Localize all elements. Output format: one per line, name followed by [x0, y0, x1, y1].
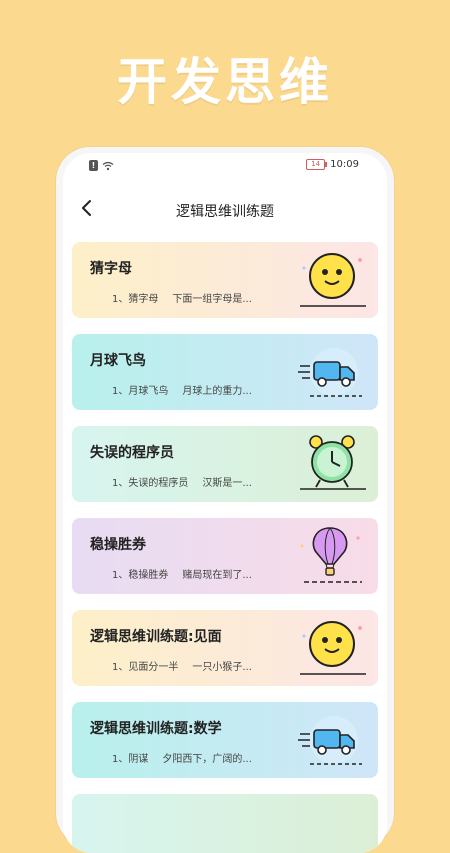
battery-icon: 14 [306, 159, 328, 170]
nav-bar: 逻辑思维训练题 [63, 191, 387, 227]
sun-face-icon [300, 621, 366, 675]
list-item[interactable]: 逻辑思维训练题:数学 1、阴谋 夕阳西下，广阔的... [72, 702, 378, 778]
card-subtitle: 1、阴谋 夕阳西下，广阔的... [112, 754, 252, 765]
card-title: 失误的程序员 [90, 445, 174, 461]
hot-air-balloon-icon [300, 527, 362, 583]
list-item[interactable]: 月球飞鸟 1、月球飞鸟 月球上的重力... [72, 334, 378, 410]
list-item[interactable]: 稳操胜券 1、稳操胜券 赌局现在到了... [72, 518, 378, 594]
delivery-truck-icon [298, 348, 362, 397]
card-title: 月球飞鸟 [90, 353, 146, 369]
card-subtitle: 1、稳操胜券 赌局现在到了... [112, 570, 252, 581]
card-subtitle: 1、失误的程序员 汉斯是一... [112, 478, 252, 489]
alert-icon: ! [89, 160, 98, 171]
list-item[interactable]: 猜字母 1、猜字母 下面一组字母是... [72, 242, 378, 318]
card-title: 逻辑思维训练题:见面 [90, 629, 222, 645]
list-item[interactable]: 失误的程序员 1、失误的程序员 汉斯是一... [72, 426, 378, 502]
card-title: 逻辑思维训练题:数学 [90, 721, 222, 737]
card-subtitle: 1、猜字母 下面一组字母是... [112, 294, 252, 305]
list-item[interactable] [72, 794, 378, 853]
phone-screen: ! 14 10:09 逻辑思维训练题 猜字母 1、猜字母下面一组字母是... [63, 153, 387, 853]
banner-title: 开发思维 [117, 53, 333, 111]
battery-level: 14 [311, 160, 321, 168]
list-item[interactable]: 逻辑思维训练题:见面 1、见面分一半 一只小猴子... [72, 610, 378, 686]
wifi-icon [102, 161, 114, 170]
delivery-truck-icon [298, 716, 362, 765]
card-title: 稳操胜券 [90, 537, 146, 553]
page-title: 逻辑思维训练题 [176, 204, 274, 220]
status-time: 10:09 [330, 159, 359, 170]
card-subtitle: 1、月球飞鸟 月球上的重力... [112, 386, 252, 397]
sun-face-icon [300, 253, 366, 307]
card-subtitle: 1、见面分一半 一只小猴子... [112, 662, 252, 673]
status-bar: ! 14 10:09 [63, 153, 387, 181]
alarm-clock-icon [300, 435, 366, 490]
card-title: 猜字母 [90, 261, 132, 277]
